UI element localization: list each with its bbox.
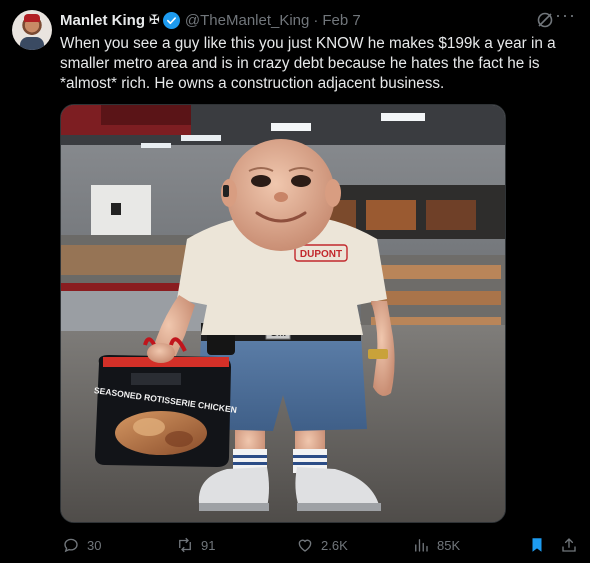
grok-icon[interactable] (536, 11, 554, 29)
tweet-date[interactable]: Feb 7 (322, 12, 360, 29)
author-name-suffix: ✠ (149, 12, 160, 27)
repost-icon (179, 537, 191, 553)
bookmark-button[interactable] (528, 536, 546, 554)
repost-button[interactable]: 91 (176, 536, 215, 554)
verified-badge-icon (162, 11, 180, 29)
tweet-text: When you see a guy like this you just KN… (60, 35, 556, 92)
reply-icon (64, 538, 78, 553)
like-button[interactable]: 2.6K (296, 536, 348, 554)
views-button[interactable]: 85K (412, 536, 460, 554)
avatar-body (20, 37, 44, 50)
tweet-image-illustration: GM DUPONT (61, 105, 505, 522)
tweet-image[interactable]: GM DUPONT (60, 104, 506, 523)
tweet[interactable]: Manlet King ✠ @TheManlet_King · Feb 7 ··… (0, 0, 590, 563)
author-name[interactable]: Manlet King (60, 12, 145, 29)
more-options-icon[interactable]: ··· (555, 5, 576, 26)
like-count: 2.6K (321, 537, 348, 553)
analytics-icon (415, 539, 428, 552)
shirt-logo-text: DUPONT (300, 249, 342, 260)
author-avatar[interactable] (12, 10, 52, 50)
avatar-hat (24, 14, 40, 22)
share-button[interactable] (560, 536, 578, 554)
author-handle[interactable]: @TheManlet_King (185, 12, 309, 29)
separator-dot: · (313, 11, 319, 29)
tweet-header: Manlet King ✠ @TheManlet_King · Feb 7 (60, 10, 580, 30)
heart-icon (298, 539, 312, 552)
reply-button[interactable]: 30 (62, 536, 101, 554)
share-icon (562, 538, 576, 552)
repost-count: 91 (201, 537, 216, 553)
view-count: 85K (437, 537, 461, 553)
reply-count: 30 (87, 537, 102, 553)
bookmark-icon (532, 538, 542, 552)
